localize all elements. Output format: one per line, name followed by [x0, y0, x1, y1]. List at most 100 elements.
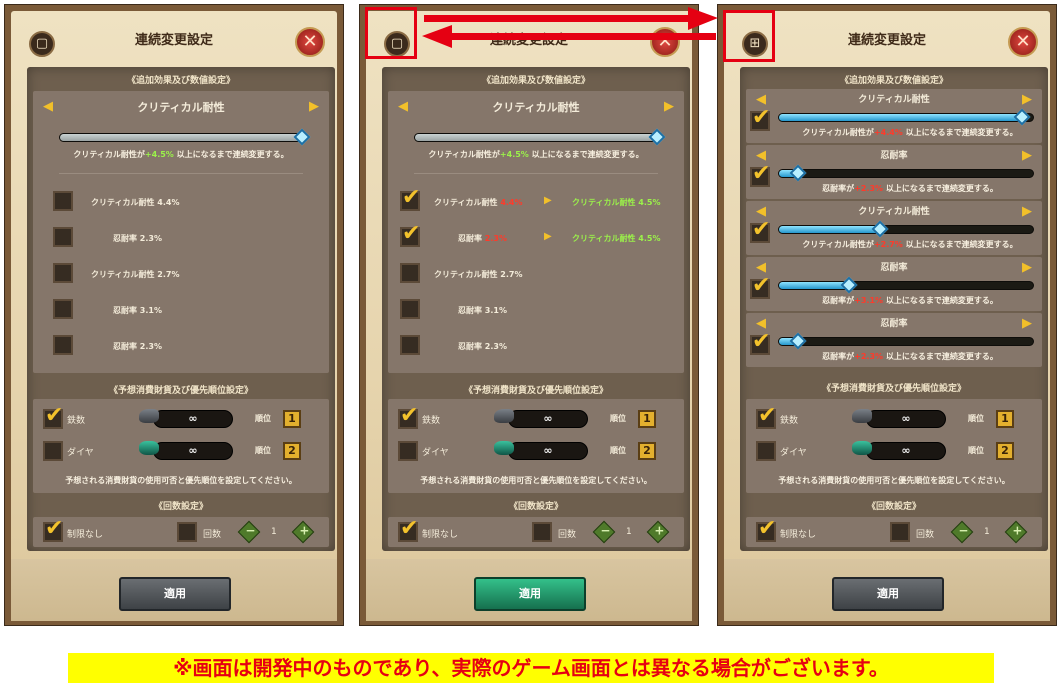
option-checkbox[interactable] — [53, 227, 73, 247]
next-arrow-icon[interactable]: ▶ — [1022, 316, 1032, 331]
apply-button[interactable]: 適用 — [119, 577, 231, 611]
unlimited-checkbox[interactable] — [43, 516, 63, 542]
cost-note: 予想される消費財貨の使用可否と優先順位を設定してください。 — [65, 476, 297, 485]
option-checkbox[interactable] — [400, 263, 420, 283]
stat-selector: ◀ 忍耐率 ▶ — [754, 148, 1034, 163]
option-checkbox[interactable] — [53, 299, 73, 319]
stat-row: ◀ 忍耐率 ▶ 忍耐率が+3.1% 以上になるまで連続変更する。 — [746, 257, 1042, 311]
slider-knob[interactable] — [789, 332, 807, 350]
disclaimer-banner: ※画面は開発中のものであり、実際のゲーム画面とは異なる場合がございます。 — [68, 653, 994, 683]
count-label: 回数 — [558, 530, 577, 540]
row-checkbox[interactable] — [750, 273, 770, 299]
diamond-checkbox[interactable] — [43, 441, 63, 461]
next-arrow-icon[interactable]: ▶ — [664, 99, 674, 114]
count-checkbox[interactable] — [890, 522, 910, 542]
value-slider[interactable] — [778, 108, 1034, 126]
diamond-checkbox[interactable] — [756, 441, 776, 461]
arrow-left-icon — [422, 25, 452, 48]
apply-button[interactable]: 適用 — [832, 577, 944, 611]
stat-selector: ◀ クリティカル耐性 ▶ — [41, 99, 321, 115]
rank-button[interactable]: 1 — [283, 410, 301, 428]
count-label: 回数 — [916, 530, 935, 540]
stat-row: ◀ クリティカル耐性 ▶ クリティカル耐性が+2.7% 以上になるまで連続変更す… — [746, 201, 1042, 255]
rank-button[interactable]: 1 — [638, 410, 656, 428]
plus-button[interactable]: + — [291, 520, 315, 544]
plus-button[interactable]: + — [646, 520, 670, 544]
apply-button[interactable]: 適用 — [474, 577, 586, 611]
slider-knob[interactable] — [648, 128, 666, 146]
count-checkbox[interactable] — [177, 522, 197, 542]
count-checkbox[interactable] — [532, 522, 552, 542]
prev-arrow-icon[interactable]: ◀ — [398, 99, 408, 114]
unlimited-label: 制限なし — [780, 530, 817, 540]
cost-row-iron: 鉄数 ∞ 順位 1 — [33, 403, 329, 431]
close-button[interactable]: ✕ — [295, 27, 325, 57]
row-checkbox[interactable] — [750, 105, 770, 131]
page-title: 連続変更設定 — [134, 33, 213, 48]
unlimited-checkbox[interactable] — [398, 516, 418, 542]
iron-checkbox[interactable] — [398, 403, 418, 429]
value-slider[interactable] — [778, 220, 1034, 238]
next-arrow-icon[interactable]: ▶ — [1022, 204, 1032, 219]
row-checkbox[interactable] — [750, 329, 770, 355]
slider-knob[interactable] — [840, 276, 858, 294]
stat-row: ◀ 忍耐率 ▶ 忍耐率が+2.3% 以上になるまで連続変更する。 — [746, 145, 1042, 199]
slider-knob[interactable] — [789, 164, 807, 182]
row-checkbox[interactable] — [750, 161, 770, 187]
next-arrow-icon[interactable]: ▶ — [1022, 92, 1032, 107]
option-checkbox[interactable] — [400, 335, 420, 355]
slider-knob[interactable] — [293, 128, 311, 146]
rank-button[interactable]: 2 — [996, 442, 1014, 460]
cost-row-iron: 鉄数 ∞ 順位 1 — [388, 403, 684, 431]
option-label: 忍耐率 3.1% — [458, 306, 507, 315]
condition-text: クリティカル耐性が+2.7% 以上になるまで連続変更する。 — [802, 240, 1018, 249]
option-checkbox[interactable] — [53, 335, 73, 355]
minus-button[interactable]: − — [950, 520, 974, 544]
value-slider[interactable] — [59, 128, 311, 146]
rank-label: 順位 — [610, 414, 626, 423]
option-checkbox[interactable] — [400, 221, 420, 247]
prev-arrow-icon[interactable]: ◀ — [43, 99, 53, 114]
plus-button[interactable]: + — [1004, 520, 1028, 544]
iron-amount: ∞ — [508, 410, 588, 428]
value-slider[interactable] — [778, 164, 1034, 182]
section-title-count: 《回数設定》 — [866, 502, 921, 512]
value-slider[interactable] — [414, 128, 666, 146]
paper-background: ▢ 連続変更設定 ✕ 《追加効果及び数値設定》 ◀ クリティカル耐性 ▶ クリテ… — [366, 11, 692, 621]
unlimited-checkbox[interactable] — [756, 516, 776, 542]
rank-button[interactable]: 2 — [638, 442, 656, 460]
slider-knob[interactable] — [1013, 108, 1031, 126]
iron-label: 鉄数 — [67, 416, 86, 426]
close-button[interactable]: ✕ — [1008, 27, 1038, 57]
slider-knob[interactable] — [871, 220, 889, 238]
minus-button[interactable]: − — [237, 520, 261, 544]
value-slider[interactable] — [778, 332, 1034, 350]
iron-checkbox[interactable] — [756, 403, 776, 429]
cost-row-diamond: ダイヤ ∞ 順位 2 — [746, 439, 1042, 463]
section-title-effects: 《追加効果及び数値設定》 — [126, 76, 235, 86]
row-checkbox[interactable] — [750, 217, 770, 243]
stat-selector: ◀ クリティカル耐性 ▶ — [754, 204, 1034, 219]
cost-box: 鉄数 ∞ 順位 1 ダイヤ ∞ 順位 2 予想される消費財貨の使用可否と優先順位… — [33, 399, 329, 493]
value-slider[interactable] — [778, 276, 1034, 294]
next-arrow-icon[interactable]: ▶ — [1022, 148, 1032, 163]
slider-fill — [779, 114, 1023, 121]
rank-button[interactable]: 1 — [996, 410, 1014, 428]
gem-icon — [139, 441, 159, 455]
iron-checkbox[interactable] — [43, 403, 63, 429]
option-checkbox[interactable] — [400, 299, 420, 319]
panel-multi-slider: ⊞ 連続変更設定 ✕ 《追加効果及び数値設定》 ◀ クリティカル耐性 ▶ クリテ… — [717, 4, 1057, 626]
option-checkbox[interactable] — [53, 263, 73, 283]
next-arrow-icon[interactable]: ▶ — [1022, 260, 1032, 275]
diamond-checkbox[interactable] — [398, 441, 418, 461]
iron-label: 鉄数 — [780, 416, 799, 426]
option-checkbox[interactable] — [400, 185, 420, 211]
minus-button[interactable]: − — [592, 520, 616, 544]
gem-icon — [494, 441, 514, 455]
option-checkbox[interactable] — [53, 191, 73, 211]
anvil-icon — [494, 409, 514, 423]
stat-row: ◀ クリティカル耐性 ▶ クリティカル耐性が+4.4% 以上になるまで連続変更す… — [746, 89, 1042, 143]
option-label: 忍耐率 2.3% — [113, 234, 162, 243]
next-arrow-icon[interactable]: ▶ — [309, 99, 319, 114]
rank-button[interactable]: 2 — [283, 442, 301, 460]
